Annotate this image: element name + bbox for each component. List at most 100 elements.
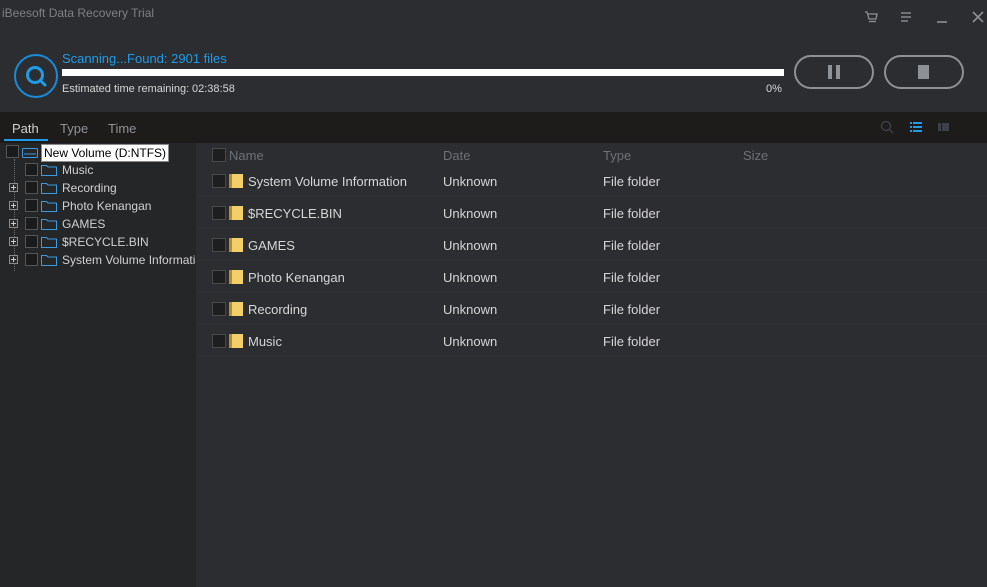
tree-item-label: System Volume Informati <box>62 253 196 267</box>
file-type: File folder <box>603 270 661 285</box>
expand-icon[interactable] <box>9 183 18 192</box>
folder-icon <box>41 237 57 248</box>
table-row[interactable]: $RECYCLE.BIN Unknown File folder <box>197 197 987 229</box>
cart-icon[interactable] <box>862 8 880 26</box>
file-type: File folder <box>603 238 661 253</box>
file-date: Unknown <box>443 206 498 221</box>
file-name: $RECYCLE.BIN <box>248 206 342 221</box>
tab-path[interactable]: Path <box>12 121 39 136</box>
tree-checkbox[interactable] <box>25 217 38 230</box>
drive-icon <box>22 148 38 158</box>
view-tabs-strip: Path Type Time <box>0 112 987 143</box>
expand-icon[interactable] <box>9 201 18 210</box>
column-header-type[interactable]: Type <box>603 148 631 163</box>
row-checkbox[interactable] <box>212 270 226 284</box>
thumbnail-view-icon[interactable] <box>937 120 951 134</box>
folder-icon <box>41 201 57 212</box>
folder-icon <box>229 270 243 284</box>
column-header-date[interactable]: Date <box>443 148 470 163</box>
scan-progress-bar <box>62 69 784 76</box>
tree-item-label: Photo Kenangan <box>62 199 152 213</box>
tree-checkbox[interactable] <box>25 181 38 194</box>
file-date: Unknown <box>443 174 498 189</box>
pause-icon <box>828 65 840 79</box>
select-all-checkbox[interactable] <box>212 148 226 162</box>
file-type: File folder <box>603 206 661 221</box>
active-tab-indicator <box>4 139 48 141</box>
tree-checkbox[interactable] <box>25 253 38 266</box>
folder-tree: New Volume (D:NTFS) Music Recording Phot… <box>0 143 196 587</box>
tab-type[interactable]: Type <box>60 121 88 136</box>
file-name: Photo Kenangan <box>248 270 345 285</box>
tree-item-label: GAMES <box>62 217 106 231</box>
tree-item-recycle-bin[interactable]: $RECYCLE.BIN <box>0 233 196 251</box>
tab-time[interactable]: Time <box>108 121 136 136</box>
file-type: File folder <box>603 302 661 317</box>
eta-value: 02:38:58 <box>192 83 235 95</box>
stop-icon <box>918 65 929 79</box>
folder-icon <box>41 165 57 176</box>
scan-status: Scanning...Found: 2901 files <box>62 51 227 66</box>
file-name: GAMES <box>248 238 295 253</box>
stop-button[interactable] <box>884 55 964 89</box>
search-icon <box>14 54 58 98</box>
scan-header: Scanning...Found: 2901 files Estimated t… <box>0 34 987 112</box>
folder-icon <box>229 334 243 348</box>
file-name: System Volume Information <box>248 174 407 189</box>
file-type: File folder <box>603 174 661 189</box>
tree-root-label[interactable]: New Volume (D:NTFS) <box>41 144 170 162</box>
table-row[interactable]: GAMES Unknown File folder <box>197 229 987 261</box>
column-header-name[interactable]: Name <box>229 148 264 163</box>
row-checkbox[interactable] <box>212 302 226 316</box>
file-date: Unknown <box>443 334 498 349</box>
tree-item-music[interactable]: Music <box>0 161 196 179</box>
expand-icon[interactable] <box>9 219 18 228</box>
folder-icon <box>229 174 243 188</box>
folder-icon <box>41 255 57 266</box>
row-checkbox[interactable] <box>212 238 226 252</box>
tree-checkbox[interactable] <box>6 145 19 158</box>
folder-icon <box>229 302 243 316</box>
file-date: Unknown <box>443 302 498 317</box>
file-name: Music <box>248 334 282 349</box>
tree-item-label: Recording <box>62 181 117 195</box>
file-date: Unknown <box>443 270 498 285</box>
tree-checkbox[interactable] <box>25 199 38 212</box>
table-row[interactable]: System Volume Information Unknown File f… <box>197 165 987 197</box>
tree-item-photo-kenangan[interactable]: Photo Kenangan <box>0 197 196 215</box>
folder-icon <box>41 183 57 194</box>
table-row[interactable]: Photo Kenangan Unknown File folder <box>197 261 987 293</box>
file-date: Unknown <box>443 238 498 253</box>
tree-item-root[interactable]: New Volume (D:NTFS) <box>0 143 196 162</box>
file-name: Recording <box>248 302 308 317</box>
list-view-icon[interactable] <box>909 120 923 134</box>
file-type: File folder <box>603 334 661 349</box>
row-checkbox[interactable] <box>212 334 226 348</box>
tree-item-recording[interactable]: Recording <box>0 179 196 197</box>
tree-checkbox[interactable] <box>25 163 38 176</box>
file-list: Name Date Type Size System Volume Inform… <box>197 143 987 587</box>
folder-icon <box>229 206 243 220</box>
tree-checkbox[interactable] <box>25 235 38 248</box>
tree-item-label: Music <box>62 163 94 177</box>
column-header-size[interactable]: Size <box>743 148 768 163</box>
pause-button[interactable] <box>794 55 874 89</box>
app-title: iBeesoft Data Recovery Trial <box>2 6 155 20</box>
search-icon[interactable] <box>880 120 894 134</box>
table-row[interactable]: Music Unknown File folder <box>197 325 987 357</box>
menu-icon[interactable] <box>897 8 915 26</box>
folder-icon <box>229 238 243 252</box>
expand-icon[interactable] <box>9 237 18 246</box>
tree-item-system-volume-information[interactable]: System Volume Informati <box>0 251 196 269</box>
close-icon[interactable] <box>969 8 987 26</box>
table-row[interactable]: Recording Unknown File folder <box>197 293 987 325</box>
minimize-icon[interactable] <box>933 8 951 26</box>
eta-label: Estimated time remaining: <box>62 83 190 95</box>
row-checkbox[interactable] <box>212 174 226 188</box>
progress-percent: 0% <box>766 83 782 95</box>
tree-item-label: $RECYCLE.BIN <box>62 235 149 249</box>
expand-icon[interactable] <box>9 255 18 264</box>
tree-item-games[interactable]: GAMES <box>0 215 196 233</box>
title-bar: iBeesoft Data Recovery Trial <box>0 0 987 34</box>
row-checkbox[interactable] <box>212 206 226 220</box>
